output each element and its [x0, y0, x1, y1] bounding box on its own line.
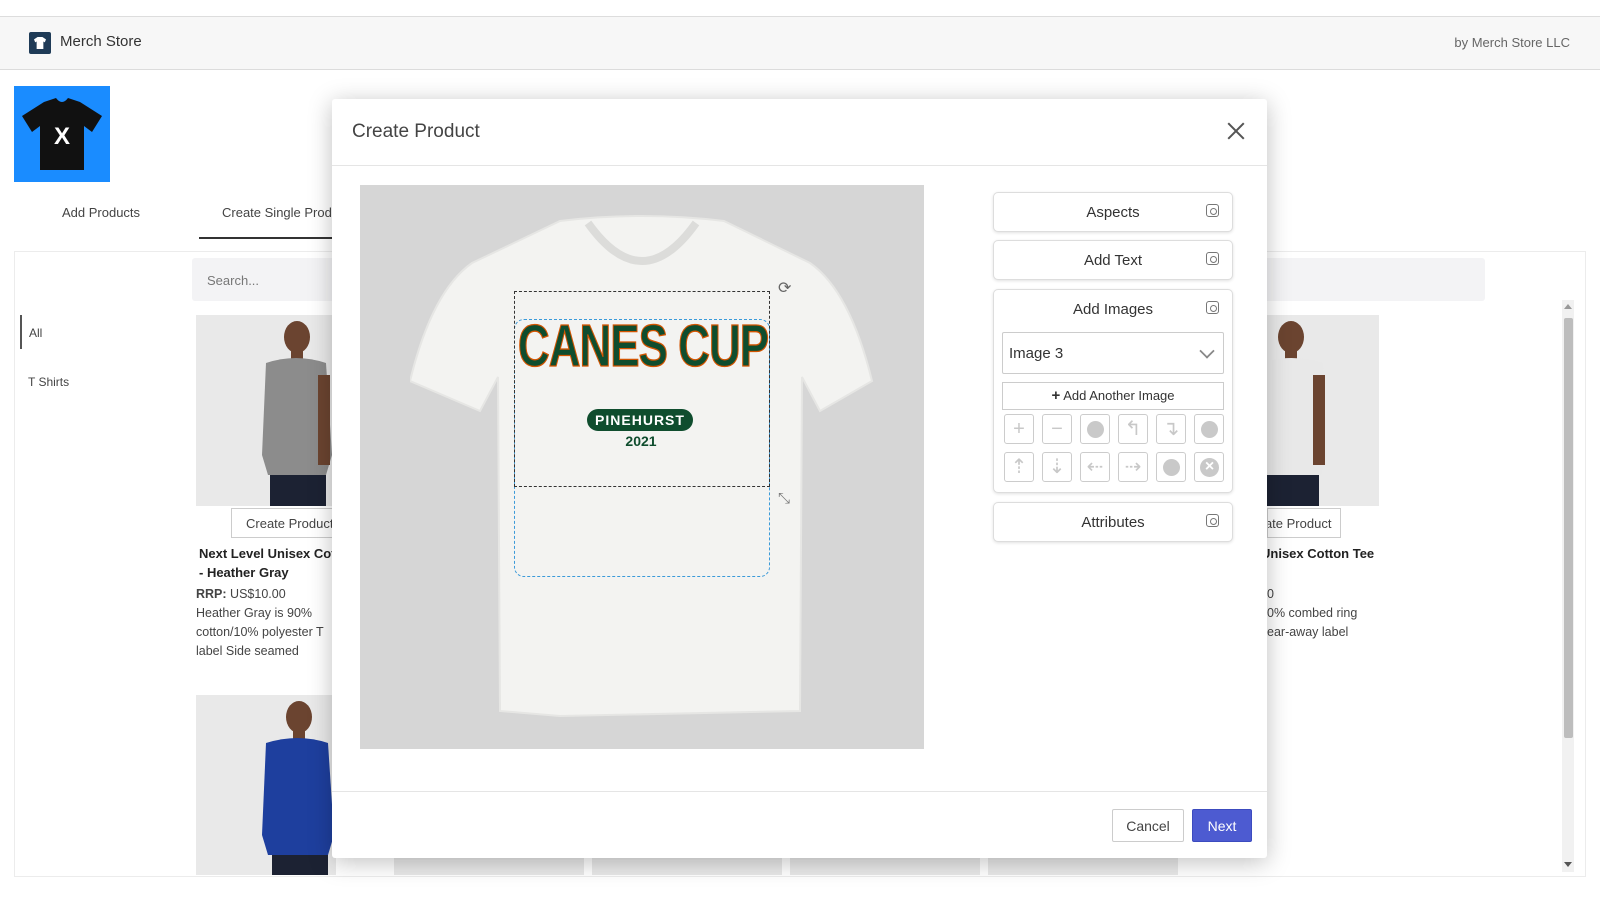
expand-icon[interactable] [1206, 252, 1219, 265]
resize-handle-icon[interactable]: ⤡ [778, 491, 794, 507]
rrp-label: RRP: [196, 587, 227, 601]
image-select[interactable]: Image 3 [1002, 332, 1224, 374]
scrollbar-thumb[interactable] [1564, 318, 1573, 738]
accordion-aspects[interactable]: Aspects [993, 192, 1233, 232]
active-tab-indicator [199, 237, 334, 239]
product-image[interactable] [592, 858, 782, 875]
store-logo-icon [29, 32, 51, 54]
create-product-label: Create Product [1268, 516, 1332, 531]
description-line: label Side seamed [196, 644, 299, 658]
product-image[interactable] [790, 858, 980, 875]
rotate-handle-icon[interactable]: ⟳ [778, 281, 794, 297]
product-price: 0 [1267, 587, 1274, 601]
chevron-down-icon [1199, 343, 1215, 359]
create-product-button[interactable]: Create Product [1267, 508, 1341, 538]
move-down-icon[interactable]: ⇣ [1042, 452, 1072, 482]
product-image[interactable] [1267, 315, 1379, 506]
expand-icon[interactable] [1206, 204, 1219, 217]
zoom-in-icon[interactable]: + [1004, 414, 1034, 444]
expand-icon[interactable] [1206, 301, 1219, 314]
design-selection[interactable]: CANES CUP PINEHURST 2021 [514, 291, 770, 487]
create-product-button[interactable]: Create Product [231, 508, 336, 538]
design-headline-text: CANES CUP [517, 313, 769, 380]
scroll-down-icon[interactable] [1564, 862, 1572, 867]
move-right-icon[interactable]: ⇢ [1118, 452, 1148, 482]
model-photo [262, 701, 334, 875]
filter-active-indicator [20, 315, 22, 349]
tab-create-single-product[interactable]: Create Single Product [222, 205, 349, 220]
add-another-image-button[interactable]: + Add Another Image [1002, 382, 1224, 410]
circle-icon[interactable] [1194, 414, 1224, 444]
search-input[interactable]: Search... [207, 273, 259, 288]
model-photo [1267, 321, 1327, 506]
browser-top-strip [0, 0, 1600, 17]
product-image[interactable] [196, 695, 336, 875]
design-headline: CANES CUP [517, 313, 769, 380]
app-title: Merch Store [60, 33, 142, 50]
product-description: RRP: US$10.00 Heather Gray is 90% cotton… [196, 585, 336, 661]
description-line: Heather Gray is 90% [196, 606, 313, 620]
product-description: 0 0% combed ring ear-away label [1267, 585, 1397, 642]
scroll-up-icon[interactable] [1564, 304, 1572, 309]
store-logo: X [14, 86, 110, 182]
plus-icon: + [1051, 387, 1061, 404]
modal-header: Create Product [332, 99, 1267, 166]
rotate-right-icon[interactable]: ↴ [1156, 414, 1186, 444]
design-year-text: 2021 [625, 433, 657, 449]
close-icon[interactable] [1223, 118, 1249, 144]
product-image[interactable] [196, 315, 336, 506]
description-line: cotton/10% polyester T [196, 625, 324, 639]
accordion-title: Attributes [1081, 514, 1145, 531]
move-left-icon[interactable]: ⇠ [1080, 452, 1110, 482]
product-price: RRP: US$10.00 [196, 585, 336, 604]
product-title-text: Unisex Cotton Tee [1267, 546, 1375, 561]
filter-all[interactable]: All [29, 326, 42, 340]
rrp-value: US$10.00 [230, 587, 286, 601]
filter-t-shirts[interactable]: T Shirts [28, 375, 69, 389]
tshirt-logo-icon: X [22, 98, 102, 170]
design-pill-text: PINEHURST [587, 409, 693, 431]
product-image[interactable] [988, 858, 1178, 875]
next-button[interactable]: Next [1192, 809, 1252, 842]
create-product-modal: Create Product CANES CUP PINEHURST 2021 … [332, 99, 1267, 858]
accordion-attributes[interactable]: Attributes [993, 502, 1233, 542]
product-title-line: Next Level Unisex Cotton [199, 546, 336, 561]
modal-title: Create Product [352, 121, 480, 142]
page-scrollbar[interactable] [1562, 300, 1574, 872]
accordion-add-text[interactable]: Add Text [993, 240, 1233, 280]
product-title-line: - Heather Gray [199, 565, 289, 580]
accordion-title: Add Text [1083, 252, 1143, 269]
accordion-title: Add Images [1072, 301, 1154, 318]
move-up-icon[interactable]: ⇡ [1004, 452, 1034, 482]
add-another-image-label: Add Another Image [1063, 388, 1175, 403]
image-select-value: Image 3 [1009, 345, 1064, 362]
tab-add-products[interactable]: Add Products [62, 205, 140, 220]
app-owner: by Merch Store LLC [1454, 35, 1570, 50]
modal-footer: Cancel Next [332, 791, 1267, 858]
design-canvas[interactable]: CANES CUP PINEHURST 2021 ⟳ ⤡ [360, 185, 924, 749]
model-photo [262, 321, 332, 506]
product-title[interactable]: Unisex Cotton Tee [1267, 544, 1397, 563]
product-image[interactable] [394, 858, 584, 875]
rotate-left-icon[interactable]: ↰ [1118, 414, 1148, 444]
product-title[interactable]: Next Level Unisex Cotton - Heather Gray [199, 544, 336, 582]
circle-icon[interactable] [1156, 452, 1186, 482]
accordion-add-images[interactable]: Add Images Image 3 + Add Another Image + … [993, 289, 1233, 493]
svg-text:X: X [54, 123, 70, 150]
description-line: 0% combed ring [1267, 606, 1358, 620]
circle-icon[interactable] [1080, 414, 1110, 444]
expand-icon[interactable] [1206, 514, 1219, 527]
zoom-out-icon[interactable]: − [1042, 414, 1072, 444]
description-line: ear-away label [1267, 625, 1349, 639]
cancel-button[interactable]: Cancel [1112, 809, 1184, 842]
app-header: Merch Store by Merch Store LLC [0, 17, 1600, 70]
remove-icon[interactable] [1194, 452, 1224, 482]
accordion-title: Aspects [1086, 204, 1140, 221]
